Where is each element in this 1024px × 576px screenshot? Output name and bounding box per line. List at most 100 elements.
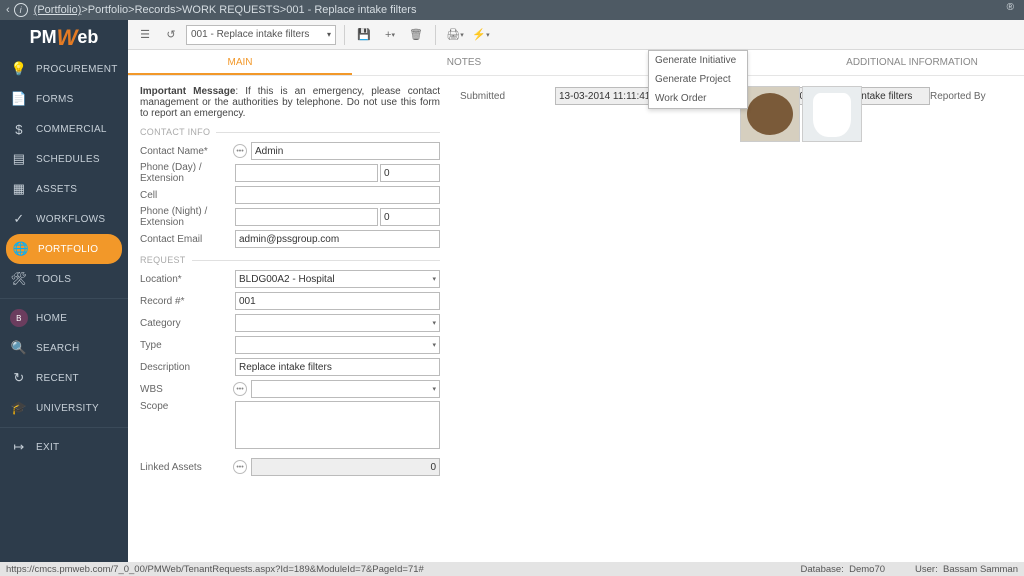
chevron-down-icon: ▾	[432, 275, 436, 283]
label-phone-day: Phone (Day) / Extension	[140, 162, 235, 184]
label-phone-night: Phone (Night) / Extension	[140, 206, 235, 228]
university-icon: 🎓	[10, 400, 28, 416]
assets-icon: ▦	[10, 181, 28, 197]
thumbnail-2[interactable]	[802, 86, 862, 142]
menu-work-order[interactable]: Work Order	[649, 89, 747, 108]
toolbar: ☰ ↺ 001 - Replace intake filters▾ 💾 +▾ 🗑…	[128, 20, 1024, 50]
section-request: REQUEST	[140, 255, 440, 265]
breadcrumb-4: 001 - Replace intake filters	[286, 4, 416, 16]
status-db: Demo70	[849, 564, 885, 575]
important-message: Important Message: If this is an emergen…	[140, 86, 440, 119]
location-select[interactable]: BLDG00A2 - Hospital▾	[235, 270, 440, 288]
check-icon: ✓	[10, 211, 28, 227]
history-icon[interactable]: ↺	[160, 24, 182, 46]
linked-assets-input[interactable]	[251, 458, 440, 476]
label-contact-name: Contact Name*	[140, 146, 235, 157]
action-icon[interactable]: ⚡▾	[470, 24, 492, 46]
sidebar-item-home[interactable]: BHOME	[0, 303, 128, 333]
sidebar-item-forms[interactable]: 📄FORMS	[0, 84, 128, 114]
label-linked-assets: Linked Assets	[140, 462, 235, 473]
chevron-down-icon: ▾	[432, 341, 436, 349]
sidebar-item-portfolio[interactable]: 🌐PORTFOLIO	[6, 234, 122, 264]
search-icon: 🔍	[10, 340, 28, 356]
contact-name-input[interactable]	[251, 142, 440, 160]
category-select[interactable]: ▾	[235, 314, 440, 332]
breadcrumb-2: Records	[135, 4, 176, 16]
tab-main[interactable]: MAIN	[128, 50, 352, 75]
picker-wbs[interactable]: •••	[233, 382, 247, 396]
scope-input[interactable]	[235, 401, 440, 449]
sidebar-item-assets[interactable]: ▦ASSETS	[0, 174, 128, 204]
sidebar-item-search[interactable]: 🔍SEARCH	[0, 333, 128, 363]
type-select[interactable]: ▾	[235, 336, 440, 354]
label-record-no: Record #*	[140, 296, 235, 307]
toolbox-icon: 🛠	[10, 271, 28, 287]
globe-icon: 🌐	[12, 241, 30, 257]
phone-night-ext-input[interactable]	[380, 208, 440, 226]
picker-contact[interactable]: •••	[233, 144, 247, 158]
logo: PMWeb	[0, 20, 128, 54]
phone-night-input[interactable]	[235, 208, 378, 226]
dollar-icon: $	[10, 122, 28, 137]
sidebar-item-tools[interactable]: 🛠TOOLS	[0, 264, 128, 294]
schedule-icon: ▤	[10, 151, 28, 167]
status-user: Bassam Samman	[943, 564, 1018, 575]
forms-icon: 📄	[10, 91, 28, 107]
thumbnail-1[interactable]	[740, 86, 800, 142]
tab-notes[interactable]: NOTES	[352, 50, 576, 75]
print-icon[interactable]: 🖨▾	[444, 24, 466, 46]
sidebar-item-workflows[interactable]: ✓WORKFLOWS	[0, 204, 128, 234]
recent-icon: ↻	[10, 370, 28, 386]
phone-day-ext-input[interactable]	[380, 164, 440, 182]
label-cell: Cell	[140, 190, 235, 201]
back-icon[interactable]: ‹	[6, 4, 10, 16]
trademark-icon: ®	[1007, 2, 1014, 13]
menu-generate-project[interactable]: Generate Project	[649, 70, 747, 89]
chevron-down-icon: ▾	[432, 319, 436, 327]
chevron-down-icon: ▾	[432, 385, 436, 393]
label-email: Contact Email	[140, 234, 235, 245]
sidebar-item-recent[interactable]: ↻RECENT	[0, 363, 128, 393]
label-type: Type	[140, 340, 235, 351]
picker-assets[interactable]: •••	[233, 460, 247, 474]
action-dropdown: Generate Initiative Generate Project Wor…	[648, 50, 748, 109]
delete-icon[interactable]: 🗑	[405, 24, 427, 46]
menu-generate-initiative[interactable]: Generate Initiative	[649, 51, 747, 70]
sidebar-item-university[interactable]: 🎓UNIVERSITY	[0, 393, 128, 423]
email-input[interactable]	[235, 230, 440, 248]
phone-day-input[interactable]	[235, 164, 378, 182]
label-scope: Scope	[140, 401, 235, 412]
info-icon[interactable]: i	[14, 3, 28, 17]
add-icon[interactable]: +▾	[379, 24, 401, 46]
breadcrumb-1: Portfolio	[88, 4, 128, 16]
section-contact: CONTACT INFO	[140, 127, 440, 137]
label-description: Description	[140, 362, 235, 373]
label-category: Category	[140, 318, 235, 329]
record-no-input[interactable]	[235, 292, 440, 310]
list-icon[interactable]: ☰	[134, 24, 156, 46]
label-location: Location*	[140, 274, 235, 285]
chevron-down-icon: ▾	[327, 30, 331, 39]
save-icon[interactable]: 💾	[353, 24, 375, 46]
avatar-icon: B	[10, 309, 28, 327]
tab-additional[interactable]: ADDITIONAL INFORMATION	[800, 50, 1024, 75]
exit-icon: ↦	[10, 439, 28, 455]
bulb-icon: 💡	[10, 61, 28, 77]
sidebar-item-schedules[interactable]: ▤SCHEDULES	[0, 144, 128, 174]
record-select[interactable]: 001 - Replace intake filters▾	[186, 25, 336, 45]
cell-input[interactable]	[235, 186, 440, 204]
label-submitted: Submitted	[460, 91, 555, 102]
sidebar-item-commercial[interactable]: $COMMERCIAL	[0, 114, 128, 144]
sidebar-item-procurement[interactable]: 💡PROCUREMENT	[0, 54, 128, 84]
sidebar: PMWeb 💡PROCUREMENT 📄FORMS $COMMERCIAL ▤S…	[0, 20, 128, 562]
breadcrumb-bar: ‹ i (Portfolio) > Portfolio > Records > …	[0, 0, 1024, 20]
wbs-select[interactable]: ▾	[251, 380, 440, 398]
breadcrumb-root[interactable]: (Portfolio)	[34, 4, 82, 16]
status-bar: https://cmcs.pmweb.com/7_0_00/PMWeb/Tena…	[0, 562, 1024, 576]
attachment-thumbnails	[740, 86, 1012, 142]
sidebar-item-exit[interactable]: ↦EXIT	[0, 432, 128, 462]
status-url: https://cmcs.pmweb.com/7_0_00/PMWeb/Tena…	[6, 564, 424, 575]
description-input[interactable]	[235, 358, 440, 376]
tabs: MAIN NOTES ATTACHMENTS ADDITIONAL INFORM…	[128, 50, 1024, 76]
breadcrumb-3: WORK REQUESTS	[182, 4, 280, 16]
